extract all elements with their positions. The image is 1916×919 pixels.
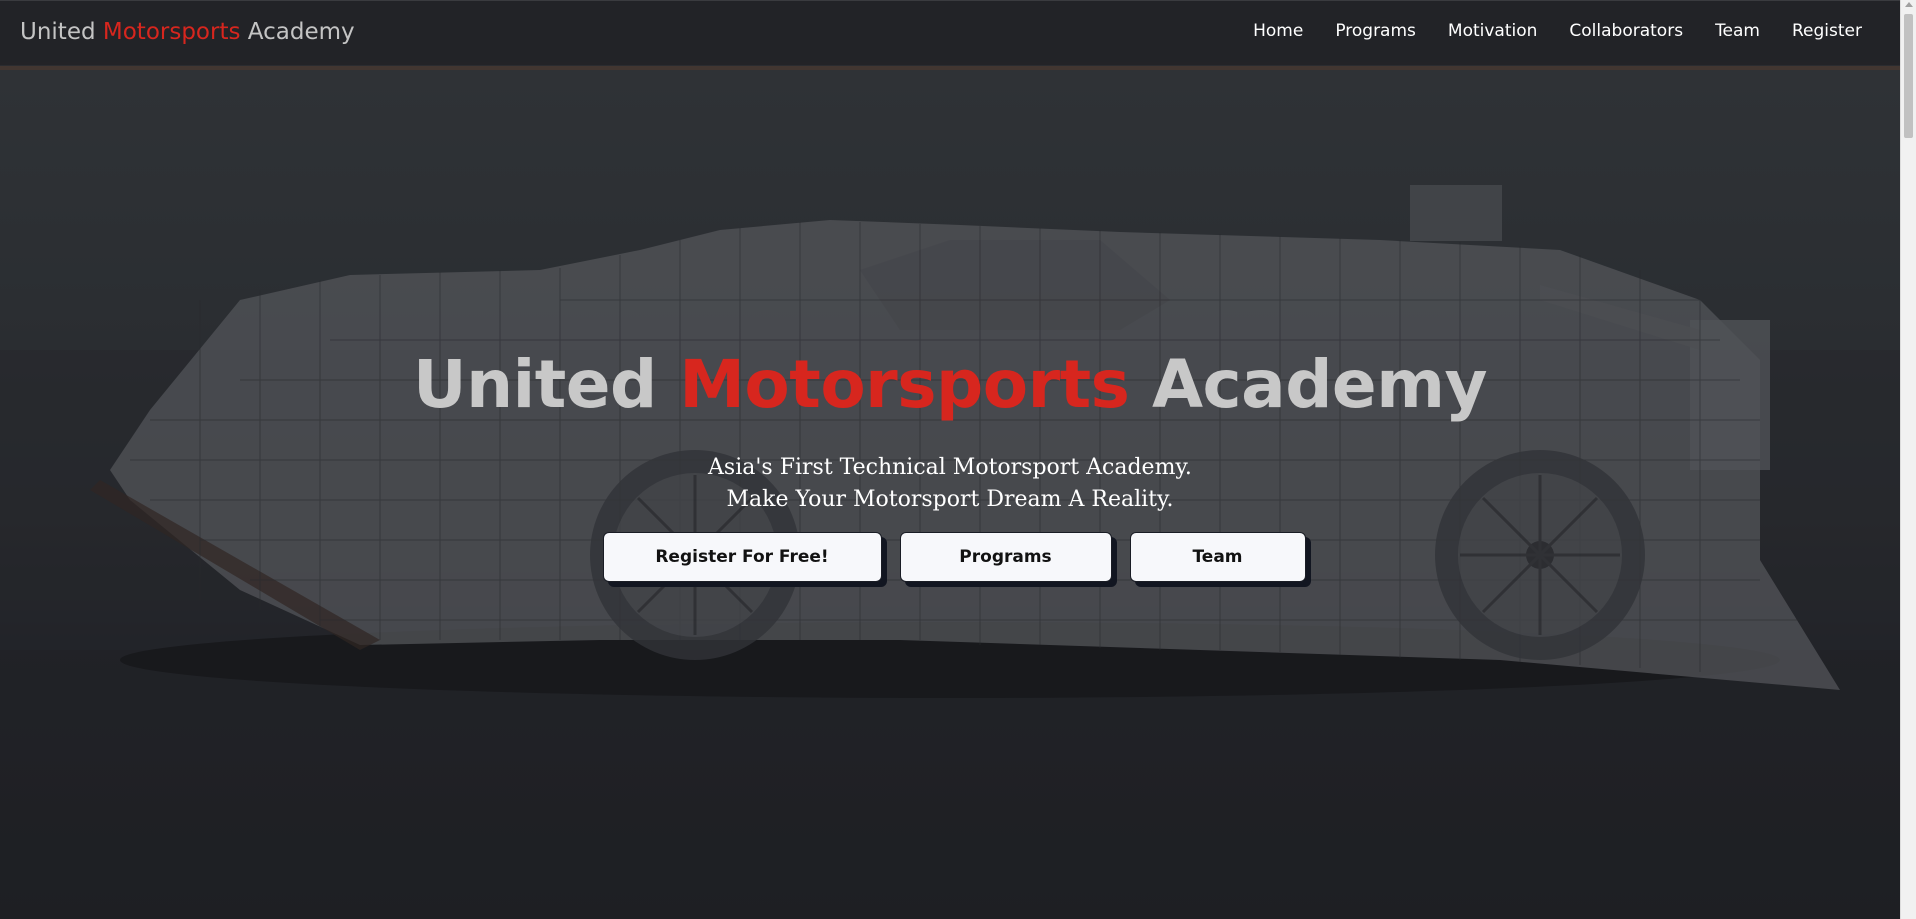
- hero-title: United Motorsports Academy: [0, 346, 1900, 423]
- hero-subtitle: Asia's First Technical Motorsport Academ…: [0, 452, 1900, 516]
- scrollbar-thumb[interactable]: [1904, 14, 1913, 138]
- brand-logo-link[interactable]: United Motorsports Academy: [20, 19, 355, 45]
- hero-buttons: Register For Free! Programs Team: [0, 532, 1900, 582]
- hero-subtitle-line-2: Make Your Motorsport Dream A Reality.: [726, 487, 1174, 512]
- programs-button[interactable]: Programs: [899, 532, 1112, 582]
- team-button[interactable]: Team: [1129, 532, 1306, 582]
- brand-word-academy: Academy: [247, 19, 355, 45]
- hero-subtitle-line-1: Asia's First Technical Motorsport Academ…: [708, 455, 1192, 480]
- hero-title-united: United: [413, 346, 657, 423]
- page: United Motorsports Academy Home Programs…: [0, 0, 1900, 919]
- nav-link-home[interactable]: Home: [1253, 21, 1303, 41]
- scroll-up-arrow-icon[interactable]: [1905, 2, 1913, 7]
- hero-title-motorsports: Motorsports: [679, 346, 1130, 423]
- top-navbar: United Motorsports Academy Home Programs…: [0, 0, 1900, 66]
- nav-link-programs[interactable]: Programs: [1335, 21, 1416, 41]
- register-for-free-button[interactable]: Register For Free!: [602, 532, 882, 582]
- nav-link-motivation[interactable]: Motivation: [1448, 21, 1538, 41]
- brand-word-united: United: [20, 19, 96, 45]
- brand-word-motorsports: Motorsports: [102, 19, 241, 45]
- hero-title-academy: Academy: [1151, 346, 1488, 423]
- nav-links: Home Programs Motivation Collaborators T…: [1253, 21, 1862, 41]
- nav-link-register[interactable]: Register: [1792, 21, 1862, 41]
- nav-link-team[interactable]: Team: [1715, 21, 1760, 41]
- nav-link-collaborators[interactable]: Collaborators: [1569, 21, 1683, 41]
- vertical-scrollbar[interactable]: [1900, 0, 1916, 919]
